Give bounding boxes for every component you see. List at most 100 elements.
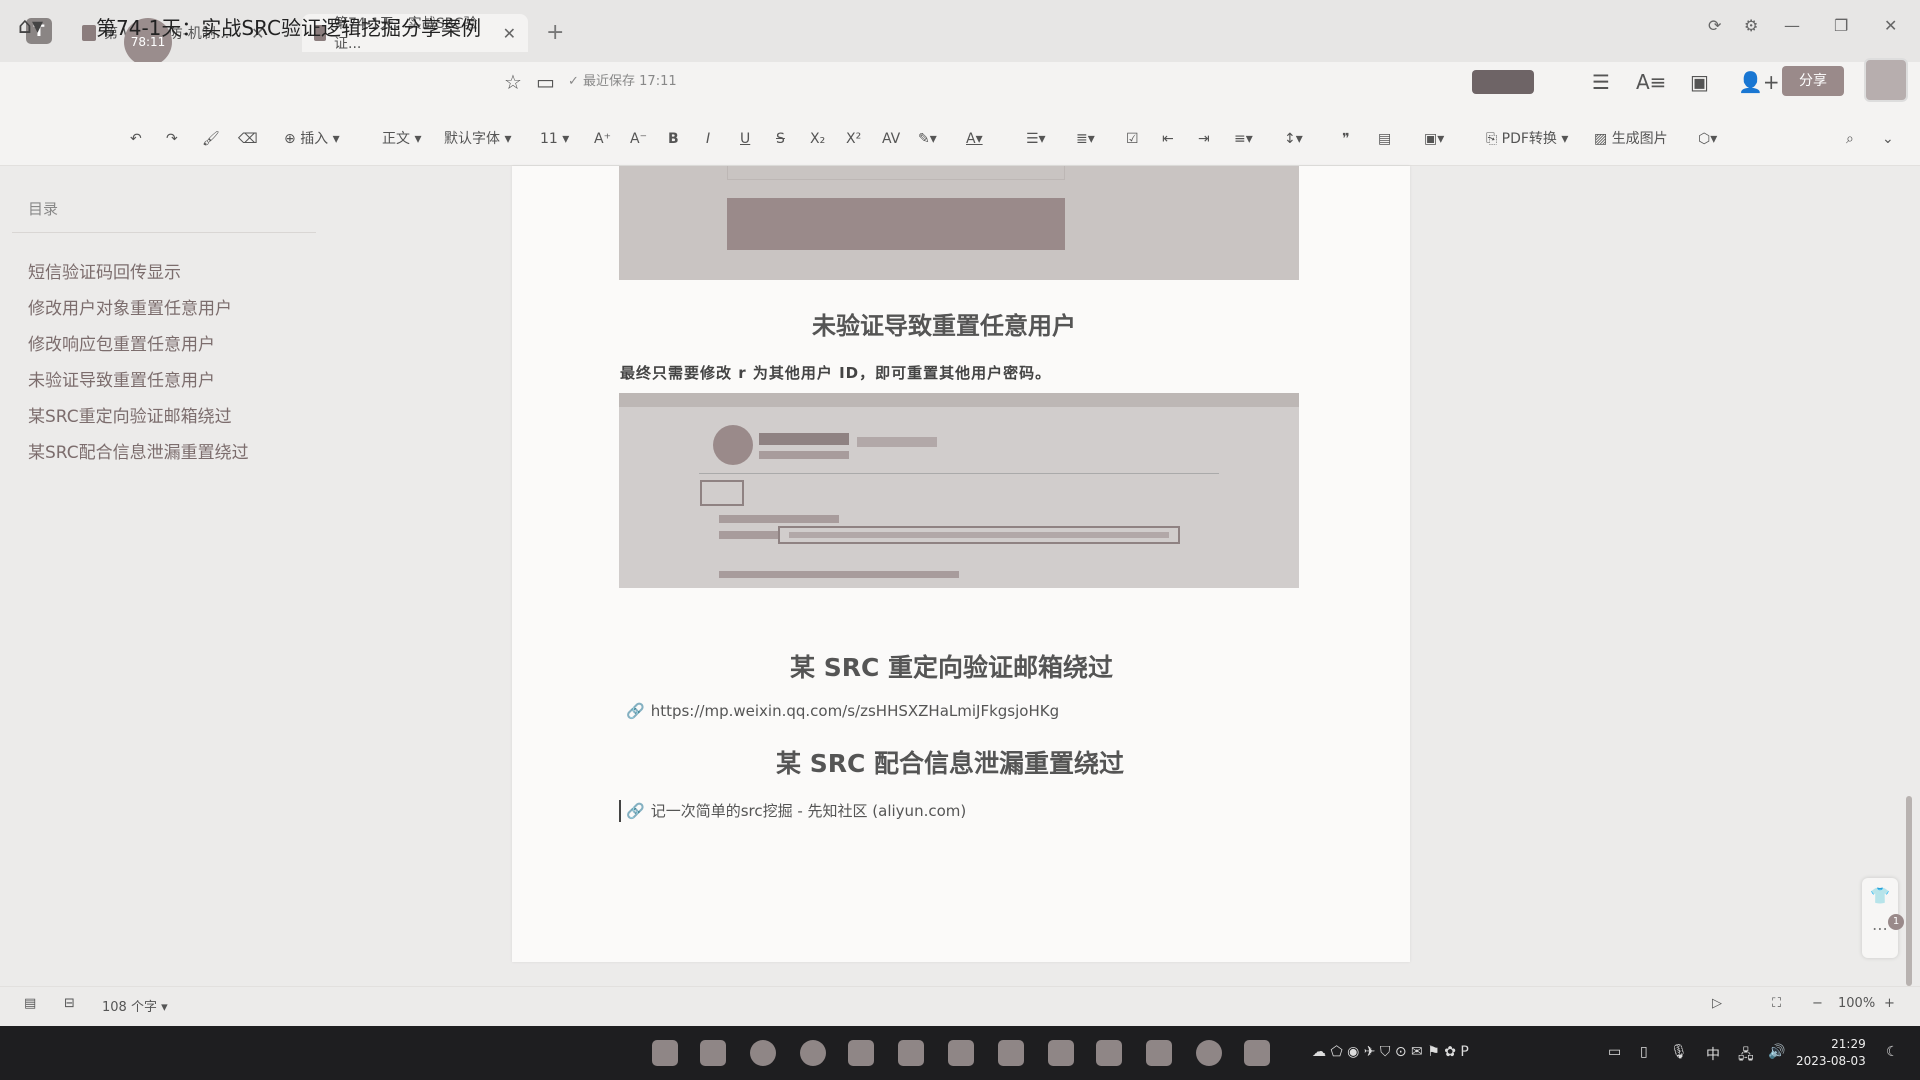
heading-info-leak-bypass[interactable]: 某 SRC 配合信息泄漏重置绕过 (776, 744, 1124, 780)
link-weixin-text[interactable]: https://mp.weixin.qq.com/s/zsHHSXZHaLmiJ… (651, 702, 1059, 720)
superscript-icon[interactable]: X² (846, 128, 861, 150)
volume-icon[interactable]: 🔊 (1768, 1044, 1785, 1060)
search-icon[interactable]: ⌕ (1846, 128, 1854, 150)
align-icon[interactable]: ≡▾ (1234, 128, 1253, 150)
toc-item[interactable]: 某SRC配合信息泄漏重置绕过 (28, 438, 249, 463)
zoom-level[interactable]: 100% (1838, 996, 1875, 1011)
battery-icon[interactable]: ▯ (1640, 1044, 1648, 1060)
edge-browser-icon[interactable] (750, 1040, 776, 1066)
quote-icon[interactable]: ❞ (1342, 128, 1350, 150)
app-icon[interactable] (848, 1040, 874, 1066)
checkbox-icon[interactable]: ☑ (1126, 128, 1139, 150)
collapse-toolbar-icon[interactable]: ⌄ (1882, 128, 1894, 150)
close-tab-icon[interactable]: ✕ (503, 24, 516, 43)
text-format-icon[interactable]: A≡ (1636, 70, 1666, 94)
link-weixin[interactable]: 🔗 https://mp.weixin.qq.com/s/zsHHSXZHaLmi… (626, 702, 1059, 720)
indent-decrease-icon[interactable]: ⇤ (1162, 128, 1174, 150)
heading-unverified-reset[interactable]: 未验证导致重置任意用户 (812, 306, 1076, 341)
zoom-in-icon[interactable]: + (1884, 996, 1895, 1011)
zoom-out-icon[interactable]: − (1812, 996, 1823, 1011)
notifications-icon[interactable]: ☾ (1886, 1044, 1899, 1060)
refresh-icon[interactable]: ⟳ (1708, 16, 1721, 35)
ime-indicator[interactable]: 中 (1706, 1044, 1720, 1064)
redo-icon[interactable]: ↷ (166, 128, 178, 150)
toc-item[interactable]: 修改用户对象重置任意用户 (28, 294, 232, 319)
share-button[interactable]: 分享 (1782, 66, 1844, 96)
toc-item[interactable]: 某SRC重定向验证邮箱绕过 (28, 402, 232, 427)
toc-item[interactable]: 短信验证码回传显示 (28, 258, 181, 283)
user-avatar[interactable] (1864, 58, 1908, 102)
heading-redirect-email-bypass[interactable]: 某 SRC 重定向验证邮箱绕过 (790, 648, 1113, 684)
document-app-icon[interactable] (898, 1040, 924, 1066)
link-xianzhi-text[interactable]: 记一次简单的src挖掘 - 先知社区 (aliyun.com) (651, 802, 967, 820)
style-select[interactable]: 正文 ▾ (382, 128, 421, 150)
app-icon[interactable] (1146, 1040, 1172, 1066)
page-view-icon[interactable]: ⊟ (64, 996, 75, 1011)
screenshot-image-email[interactable] (619, 393, 1299, 588)
eraser-icon[interactable]: ⌫ (238, 128, 258, 150)
numbered-list-icon[interactable]: ≣▾ (1076, 128, 1095, 150)
char-spacing-icon[interactable]: AV (882, 128, 900, 150)
insert-button[interactable]: ⊕ 插入 ▾ (284, 128, 340, 150)
highlight-icon[interactable]: ✎▾ (918, 128, 937, 150)
settings-gear-icon[interactable]: ⚙ (1744, 16, 1758, 35)
present-icon[interactable]: ▣ (1690, 70, 1709, 94)
block-icon[interactable]: ▤ (1378, 128, 1391, 150)
toc-item[interactable]: 未验证导致重置任意用户 (28, 366, 215, 391)
app-icon[interactable] (1196, 1040, 1222, 1066)
fullscreen-icon[interactable]: ⛶ (1772, 996, 1781, 1011)
increase-font-icon[interactable]: A⁺ (594, 128, 611, 150)
generate-image-button[interactable]: ▨ 生成图片 (1594, 128, 1668, 150)
word-count[interactable]: 108 个字 ▾ (102, 996, 168, 1015)
text-cursor (619, 800, 621, 822)
system-clock[interactable]: 21:29 2023-08-03 (1796, 1036, 1866, 1070)
star-icon[interactable]: ☆ (504, 70, 522, 94)
shirt-icon[interactable]: 👕 (1862, 886, 1898, 905)
more-tools-icon[interactable]: ⬡▾ (1698, 128, 1717, 150)
outline-view-icon[interactable]: ▤ (24, 996, 36, 1011)
underline-icon[interactable]: U (740, 128, 750, 150)
font-size-select[interactable]: 11 ▾ (540, 128, 569, 150)
restore-icon[interactable]: ❐ (1834, 16, 1848, 35)
indent-increase-icon[interactable]: ⇥ (1198, 128, 1210, 150)
format-painter-icon[interactable]: 🖌 (202, 128, 220, 150)
link-xianzhi[interactable]: 🔗 记一次简单的src挖掘 - 先知社区 (aliyun.com) (626, 800, 966, 821)
menu-icon[interactable]: ☰ (1592, 70, 1610, 94)
play-icon[interactable]: ▷ (1712, 996, 1722, 1011)
italic-icon[interactable]: I (706, 128, 710, 150)
font-color-icon[interactable]: A▾ (966, 128, 983, 150)
undo-icon[interactable]: ↶ (130, 128, 142, 150)
app-icon[interactable] (1048, 1040, 1074, 1066)
line-spacing-icon[interactable]: ↕▾ (1284, 128, 1303, 150)
new-tab-icon[interactable]: + (546, 20, 564, 45)
phpstorm-icon[interactable] (1244, 1040, 1270, 1066)
tray-icons[interactable]: ☁ ⬠ ◉ ✈ ⛉ ⊙ ✉ ⚑ ✿ P (1312, 1044, 1469, 1060)
folder-icon[interactable]: ▭ (536, 70, 555, 94)
app-icon[interactable] (948, 1040, 974, 1066)
app-icon[interactable] (1096, 1040, 1122, 1066)
chrome-icon[interactable] (800, 1040, 826, 1066)
file-explorer-icon[interactable] (700, 1040, 726, 1066)
bullet-list-icon[interactable]: ☰▾ (1026, 128, 1046, 150)
vertical-scrollbar[interactable] (1906, 796, 1912, 986)
app-icon[interactable] (998, 1040, 1024, 1066)
document-title[interactable]: 第74-1天：实战SRC验证逻辑挖掘分享案例 (96, 8, 481, 48)
decrease-font-icon[interactable]: A⁻ (630, 128, 647, 150)
microphone-icon[interactable]: 🎙 (1670, 1044, 1688, 1060)
start-icon[interactable] (652, 1040, 678, 1066)
desktop-icon[interactable]: ▭ (1608, 1044, 1621, 1060)
bold-icon[interactable]: B (668, 128, 679, 150)
paragraph-modify-r[interactable]: 最终只需要修改 r 为其他用户 ID，即可重置其他用户密码。 (620, 362, 1051, 383)
image-insert-icon[interactable]: ▣▾ (1424, 128, 1444, 150)
home-icon[interactable]: ⌂▾ (18, 14, 43, 39)
network-icon[interactable]: 🖧 (1738, 1044, 1754, 1068)
pdf-convert-button[interactable]: ⎘ PDF转换 ▾ (1486, 128, 1568, 150)
collaborator-avatars[interactable] (1472, 70, 1534, 94)
subscript-icon[interactable]: X₂ (810, 128, 825, 150)
minimize-icon[interactable]: — (1784, 16, 1800, 35)
toc-item[interactable]: 修改响应包重置任意用户 (28, 330, 215, 355)
font-select[interactable]: 默认字体 ▾ (444, 128, 511, 150)
close-window-icon[interactable]: ✕ (1884, 16, 1897, 35)
strikethrough-icon[interactable]: S (776, 128, 785, 150)
add-user-icon[interactable]: 👤+ (1738, 70, 1780, 94)
